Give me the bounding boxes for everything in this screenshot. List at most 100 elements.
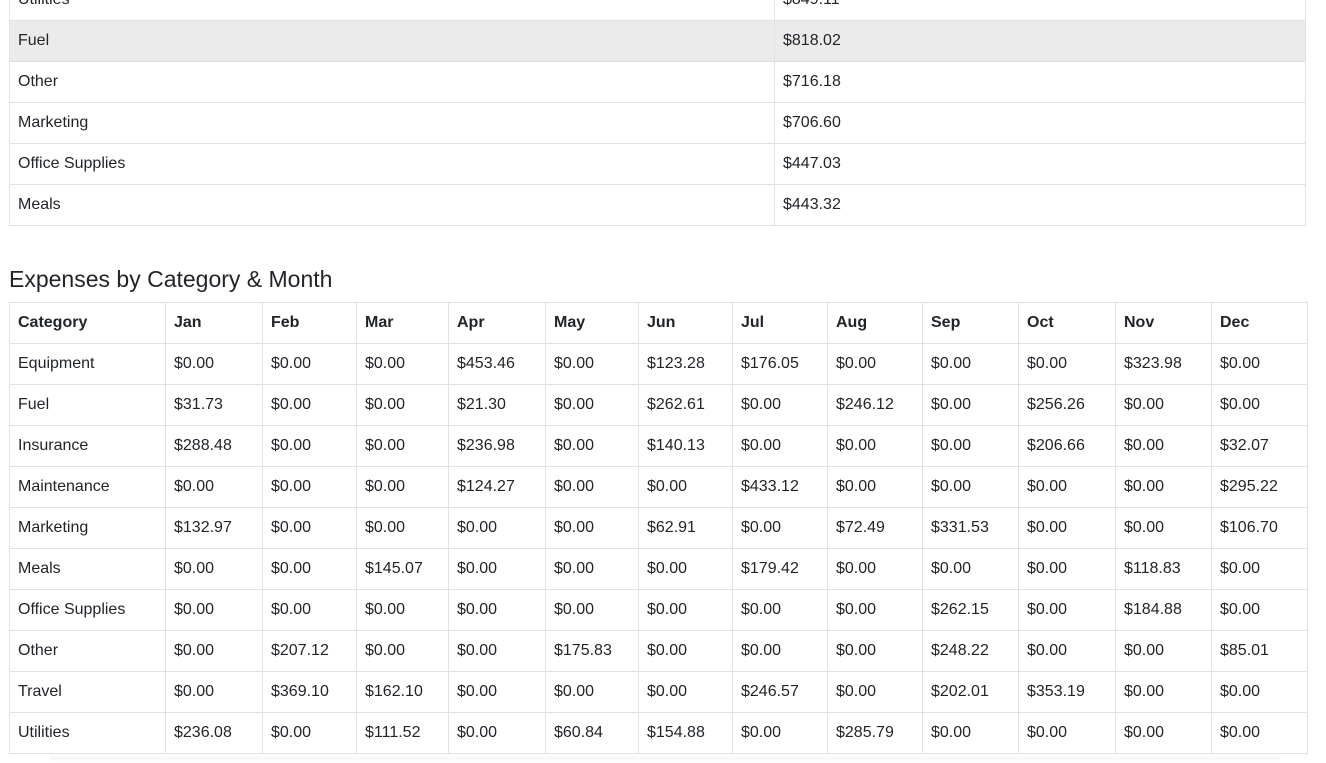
category-cell: Maintenance [9,466,166,508]
month-value-cell: $0.00 [1018,507,1116,549]
table-row: Marketing $132.97 $0.00 $0.00 $0.00 $0.00 $62.… [9,507,1308,549]
month-value-cell: $0.00 [827,589,923,631]
category-cell: Office Supplies [9,143,775,185]
category-cell: Fuel [9,384,166,426]
table-row: Travel $0.00 $369.10 $162.10 $0.00 $0.00 $0.00… [9,671,1308,713]
month-value-cell: $0.00 [165,548,263,590]
column-header: Jun [638,302,733,344]
month-value-cell: $0.00 [922,548,1019,590]
month-value-cell: $0.00 [262,507,357,549]
month-value-cell: $62.91 [638,507,733,549]
month-value-cell: $207.12 [262,630,357,672]
month-value-cell: $0.00 [165,589,263,631]
category-totals-body: Utilities$849.11Fuel$818.02Other$716.18M… [9,0,1306,226]
month-value-cell: $0.00 [448,671,546,713]
month-value-cell: $0.00 [922,712,1019,754]
month-value-cell: $0.00 [448,548,546,590]
month-value-cell: $0.00 [262,466,357,508]
column-header: Nov [1115,302,1212,344]
month-value-cell: $0.00 [262,384,357,426]
month-value-cell: $0.00 [1115,671,1212,713]
category-cell: Utilities [9,712,166,754]
month-value-cell: $0.00 [545,589,639,631]
monthly-section-title: Expenses by Category & Month [9,266,333,292]
table-row: Equipment $0.00 $0.00 $0.00 $453.46 $0.00 $123… [9,343,1308,385]
month-value-cell: $0.00 [827,630,923,672]
column-header: Feb [262,302,357,344]
month-value-cell: $0.00 [356,630,449,672]
month-value-cell: $106.70 [1211,507,1308,549]
month-value-cell: $236.98 [448,425,546,467]
month-value-cell: $145.07 [356,548,449,590]
table-row: Meals $443.32 [9,184,1306,226]
month-value-cell: $21.30 [448,384,546,426]
month-value-cell: $140.13 [638,425,733,467]
month-value-cell: $202.01 [922,671,1019,713]
month-value-cell: $0.00 [1018,343,1116,385]
month-value-cell: $132.97 [165,507,263,549]
month-value-cell: $0.00 [922,466,1019,508]
category-cell: Insurance [9,425,166,467]
amount-cell: $706.60 [774,102,1306,144]
column-header: Jul [732,302,828,344]
column-header: May [545,302,639,344]
category-cell: Equipment [9,343,166,385]
month-value-cell: $0.00 [1115,466,1212,508]
month-value-cell: $0.00 [1115,384,1212,426]
month-value-cell: $176.05 [732,343,828,385]
table-row: Office Supplies $447.03 [9,143,1306,185]
month-value-cell: $0.00 [262,425,357,467]
column-header: Category [9,302,166,344]
month-value-cell: $0.00 [1211,589,1308,631]
column-header: Jan [165,302,263,344]
month-value-cell: $323.98 [1115,343,1212,385]
month-value-cell: $0.00 [448,712,546,754]
table-row: Marketing $706.60 [9,102,1306,144]
month-value-cell: $0.00 [356,589,449,631]
month-value-cell: $0.00 [545,343,639,385]
month-value-cell: $0.00 [1211,343,1308,385]
table-row: Meals $0.00 $0.00 $145.07 $0.00 $0.00 $0.00 $17… [9,548,1308,590]
month-value-cell: $0.00 [448,630,546,672]
month-value-cell: $118.83 [1115,548,1212,590]
month-value-cell: $60.84 [545,712,639,754]
category-totals-table: Utilities$849.11Fuel$818.02Other$716.18M… [9,0,1306,226]
table-row: Insurance $288.48 $0.00 $0.00 $236.98 $0.00 $1… [9,425,1308,467]
month-value-cell: $175.83 [545,630,639,672]
month-value-cell: $0.00 [1018,466,1116,508]
month-value-cell: $0.00 [1211,548,1308,590]
category-cell: Marketing [9,507,166,549]
month-value-cell: $0.00 [1115,425,1212,467]
month-value-cell: $0.00 [638,630,733,672]
month-value-cell: $154.88 [638,712,733,754]
table-row: Maintenance $0.00 $0.00 $0.00 $124.27 $0.00 $0… [9,466,1308,508]
month-value-cell: $0.00 [732,589,828,631]
table-row: Utilities$849.11 [9,0,1306,21]
month-value-cell: $0.00 [1115,712,1212,754]
category-cell: Travel [9,671,166,713]
month-value-cell: $262.15 [922,589,1019,631]
category-cell: Meals [9,548,166,590]
month-value-cell: $0.00 [1211,671,1308,713]
month-value-cell: $0.00 [545,671,639,713]
month-value-cell: $246.57 [732,671,828,713]
month-value-cell: $369.10 [262,671,357,713]
month-value-cell: $236.08 [165,712,263,754]
month-value-cell: $0.00 [448,507,546,549]
category-cell: Other [9,61,775,103]
month-value-cell: $0.00 [1018,712,1116,754]
month-value-cell: $0.00 [545,548,639,590]
scroll-edge-shadow [50,757,1280,763]
month-value-cell: $85.01 [1211,630,1308,672]
month-value-cell: $0.00 [165,466,263,508]
month-value-cell: $0.00 [545,466,639,508]
month-value-cell: $0.00 [1018,548,1116,590]
month-value-cell: $0.00 [1018,589,1116,631]
month-value-cell: $0.00 [732,384,828,426]
month-value-cell: $179.42 [732,548,828,590]
category-cell: Office Supplies [9,589,166,631]
month-value-cell: $0.00 [1211,384,1308,426]
month-value-cell: $0.00 [922,425,1019,467]
month-value-cell: $0.00 [356,384,449,426]
month-value-cell: $0.00 [638,589,733,631]
